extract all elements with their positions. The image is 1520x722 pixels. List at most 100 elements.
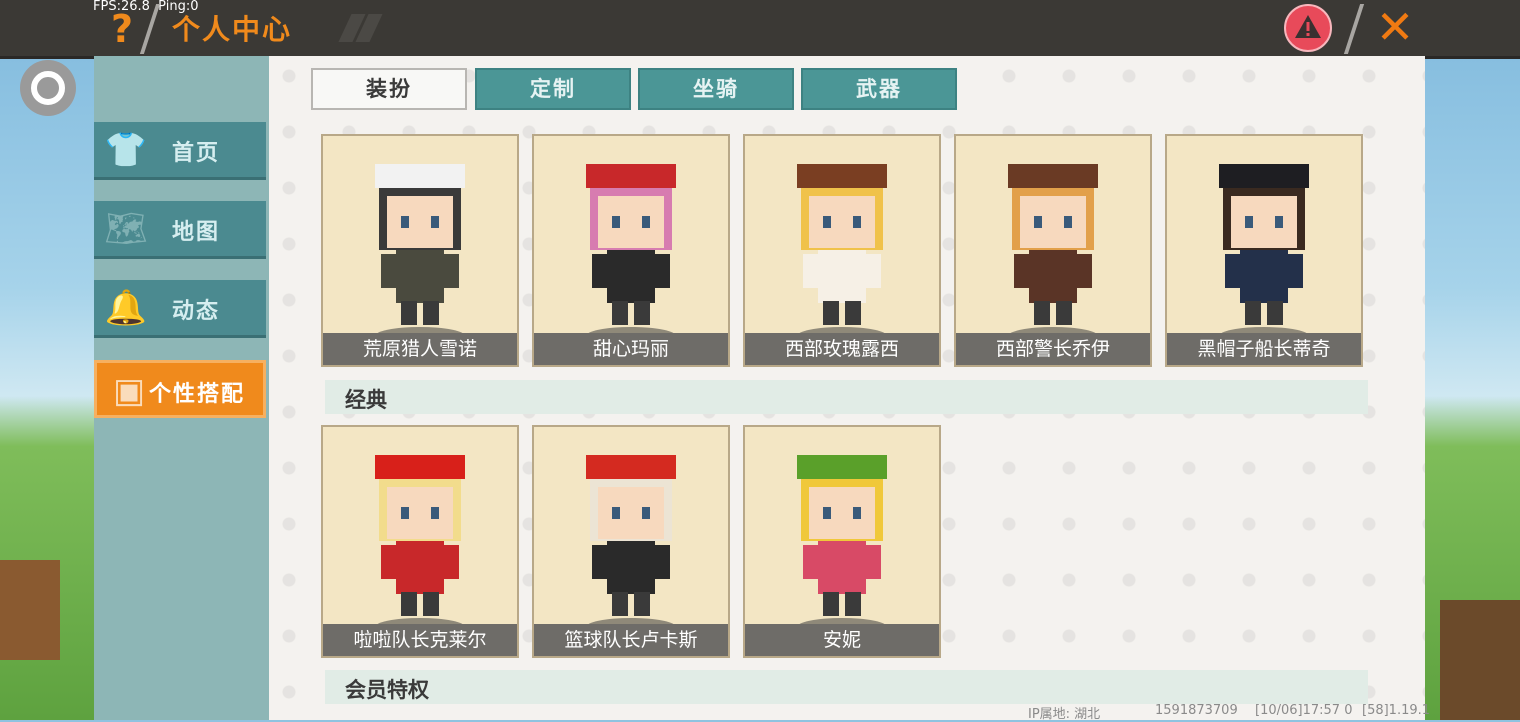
right-leg [845,592,861,616]
skin-card[interactable]: 安妮 [743,425,941,658]
right-arm [443,254,459,288]
right-leg [423,592,439,616]
sidebar-item-home[interactable]: 👕 首页 [94,122,266,180]
hat [586,164,676,188]
face [387,487,453,539]
hat [797,455,887,479]
left-eye [401,216,409,228]
body [1240,248,1288,303]
close-icon: ✕ [1375,0,1415,54]
left-arm [1014,254,1030,288]
right-leg [634,592,650,616]
sidebar-item-label: 个性搭配 [149,382,246,407]
face [598,196,664,248]
sidebar-item-outfit[interactable]: ▣ 个性搭配 [94,360,266,418]
left-eye [401,507,409,519]
face [809,487,875,539]
page-title: 个人中心 [172,13,293,46]
left-leg [1034,301,1050,325]
body [396,248,444,303]
right-eye [853,216,861,228]
face [1231,196,1297,248]
sidebar-item-label: 首页 [172,141,221,166]
skin-name: 啦啦队长克莱尔 [323,624,517,656]
tab-mount[interactable]: 坐骑 [638,68,794,110]
left-arm [381,254,397,288]
skin-name: 西部玫瑰露西 [745,333,939,365]
hat [1008,164,1098,188]
right-arm [654,545,670,579]
right-eye [431,216,439,228]
left-arm [803,254,819,288]
body [818,248,866,303]
timestamp: [10/06]17:57 0 [1255,703,1353,718]
bell-icon: 🔔 [104,288,148,328]
skin-name: 篮球队长卢卡斯 [534,624,728,656]
skin-card[interactable]: 啦啦队长克莱尔 [321,425,519,658]
character-art [586,455,676,616]
divider [1343,4,1365,54]
left-leg [401,592,417,616]
right-leg [845,301,861,325]
sidebar-item-label: 动态 [172,299,221,324]
tab-weapon[interactable]: 武器 [801,68,957,110]
skin-card[interactable]: 黑帽子船长蒂奇 [1165,134,1363,367]
shirt-icon: 👕 [104,130,148,170]
right-eye [1275,216,1283,228]
right-arm [443,545,459,579]
tab-custom[interactable]: 定制 [475,68,631,110]
left-arm [592,254,608,288]
left-eye [1245,216,1253,228]
floating-menu-button[interactable] [20,60,76,116]
sidebar-item-map[interactable]: 🗺 地图 [94,201,266,259]
face [809,196,875,248]
right-arm [865,254,881,288]
hat [797,164,887,188]
warning-icon [1295,15,1321,38]
section-header-classic: 经典 [325,380,1368,414]
report-button[interactable] [1284,4,1332,52]
hat [1219,164,1309,188]
right-eye [642,216,650,228]
skin-card[interactable]: 荒原猎人雪诺 [321,134,519,367]
body [1029,248,1077,303]
user-id: 1591873709 [1155,703,1238,718]
sidebar-item-label: 地图 [172,220,221,245]
hat [375,164,465,188]
sidebar-item-activity[interactable]: 🔔 动态 [94,280,266,338]
right-arm [654,254,670,288]
left-arm [381,545,397,579]
left-eye [823,507,831,519]
close-button[interactable]: ✕ [1372,4,1418,50]
section-title: 经典 [345,388,387,412]
skin-card[interactable]: 西部玫瑰露西 [743,134,941,367]
tab-dress-up[interactable]: 装扮 [311,68,467,110]
character-art [1008,164,1098,325]
right-eye [642,507,650,519]
left-leg [823,592,839,616]
right-arm [1287,254,1303,288]
hat [586,455,676,479]
body [396,539,444,594]
left-leg [823,301,839,325]
face [1020,196,1086,248]
character-art [797,455,887,616]
character-art [797,164,887,325]
sidebar: 👕 首页 🗺 地图 🔔 动态 ▣ 个性搭配 [94,56,269,720]
help-button[interactable]: ? [104,8,140,50]
right-leg [1056,301,1072,325]
skin-card[interactable]: 西部警长乔伊 [954,134,1152,367]
left-eye [612,216,620,228]
background-block [0,560,60,660]
left-eye [1034,216,1042,228]
body [607,539,655,594]
right-arm [1076,254,1092,288]
character-art [586,164,676,325]
skin-card[interactable]: 甜心玛丽 [532,134,730,367]
right-arm [865,545,881,579]
skin-card[interactable]: 篮球队长卢卡斯 [532,425,730,658]
outfit-panel: 装扮 定制 坐骑 武器 荒原猎人雪诺 甜心玛丽 西部玫瑰露西 西部警长乔伊 黑帽… [269,56,1425,720]
left-eye [823,216,831,228]
right-leg [1267,301,1283,325]
ip-location: IP属地: 湖北 [1028,707,1101,722]
